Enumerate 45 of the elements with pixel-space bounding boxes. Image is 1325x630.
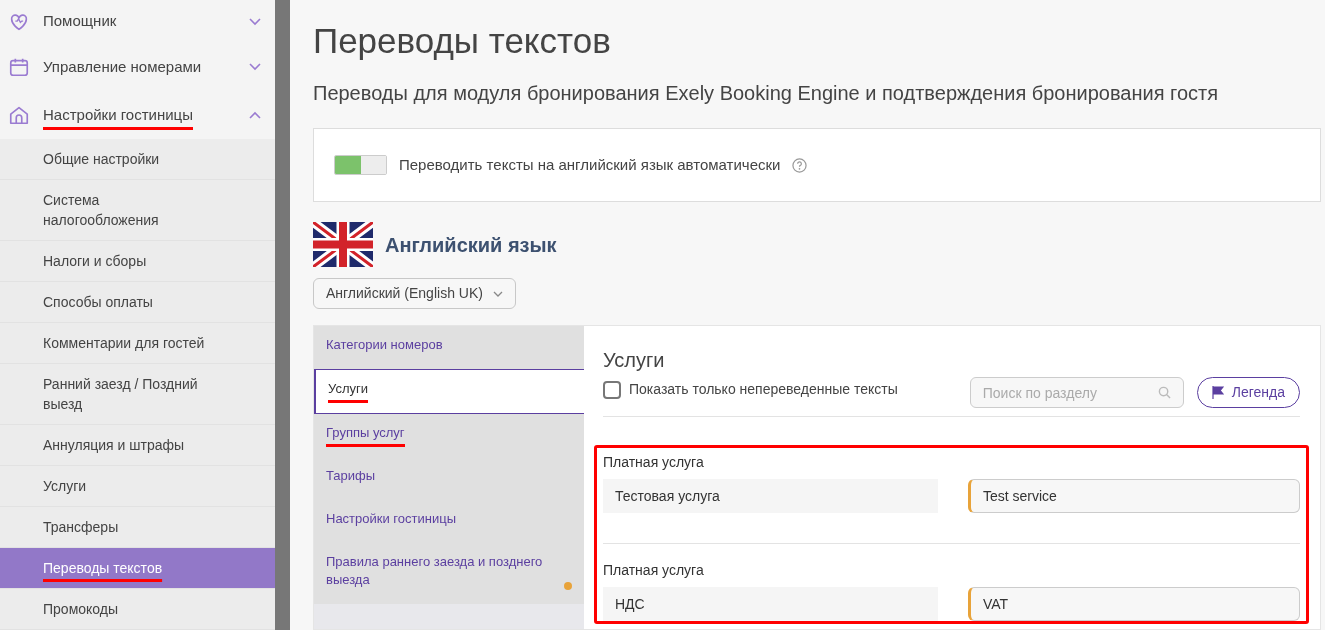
sidebar-item[interactable]: Налоги и сборы bbox=[0, 241, 275, 282]
flag-icon bbox=[1211, 386, 1224, 399]
group-label: Управление номерами bbox=[43, 56, 202, 77]
house-icon bbox=[8, 104, 30, 127]
language-dropdown[interactable]: Английский (English UK) bbox=[313, 278, 516, 309]
toggle-label: Переводить тексты на английский язык автоматически bbox=[399, 154, 781, 175]
calendar-icon bbox=[8, 56, 30, 79]
group-label: Настройки гостиницы bbox=[43, 104, 193, 125]
language-heading: Английский язык bbox=[385, 232, 557, 258]
flag-icon bbox=[313, 222, 373, 267]
source-text: НДС bbox=[603, 587, 938, 621]
toggle-switch[interactable] bbox=[334, 155, 387, 175]
caret-icon bbox=[492, 290, 503, 297]
section-tab[interactable]: Тарифы bbox=[326, 467, 376, 490]
sidebar-item[interactable]: Ранний заезд / Поздний выезд bbox=[0, 364, 275, 425]
translation-field[interactable]: VAT bbox=[968, 587, 1300, 621]
sidebar-item[interactable]: Система налогообложения bbox=[0, 180, 275, 241]
sidebar-item[interactable]: Аннуляция и штрафы bbox=[0, 425, 275, 466]
search-input[interactable]: Поиск по разделу bbox=[970, 378, 1151, 407]
sidebar-group[interactable]: Помощник bbox=[0, 0, 275, 44]
sidebar-item[interactable]: Комментарии для гостей bbox=[0, 323, 275, 364]
group-label: Помощник bbox=[43, 11, 117, 32]
sidebar-item[interactable]: Промокоды bbox=[0, 589, 275, 630]
group-label: Платная услуга bbox=[603, 453, 704, 472]
page-subtitle: Переводы для модуля бронирования Exely Booking Engine и подтверждения бронирования гостя bbox=[313, 81, 1219, 105]
source-text: Тестовая услуга bbox=[603, 479, 938, 513]
scrollbar[interactable] bbox=[275, 0, 290, 630]
untranslated-checkbox[interactable]: Показать только непереведенные тексты bbox=[603, 379, 898, 400]
translation-field[interactable]: Test service bbox=[968, 479, 1300, 513]
sidebar-item[interactable]: Услуги bbox=[0, 466, 275, 507]
sidebar-item[interactable]: Способы оплаты bbox=[0, 282, 275, 323]
page-title: Переводы текстов bbox=[313, 20, 611, 62]
sidebar-item[interactable]: Общие настройки bbox=[0, 139, 275, 180]
sidebar-group[interactable]: Настройки гостиницы bbox=[0, 91, 275, 139]
sidebar-group[interactable]: Управление номерами bbox=[0, 43, 275, 92]
legend-button[interactable]: Легенда bbox=[1196, 377, 1300, 408]
group-label: Платная услуга bbox=[603, 561, 704, 580]
search-field[interactable]: Поиск по разделу bbox=[969, 377, 1184, 408]
section-title: Услуги bbox=[603, 348, 665, 373]
search-icon bbox=[1157, 386, 1171, 399]
section-tab[interactable]: Услуги bbox=[328, 380, 368, 403]
section-tab[interactable]: Группы услуг bbox=[326, 424, 405, 447]
sidebar-item[interactable]: Трансферы bbox=[0, 507, 275, 548]
help-icon[interactable] bbox=[792, 157, 808, 173]
sidebar-item[interactable]: Переводы текстов bbox=[0, 548, 275, 589]
